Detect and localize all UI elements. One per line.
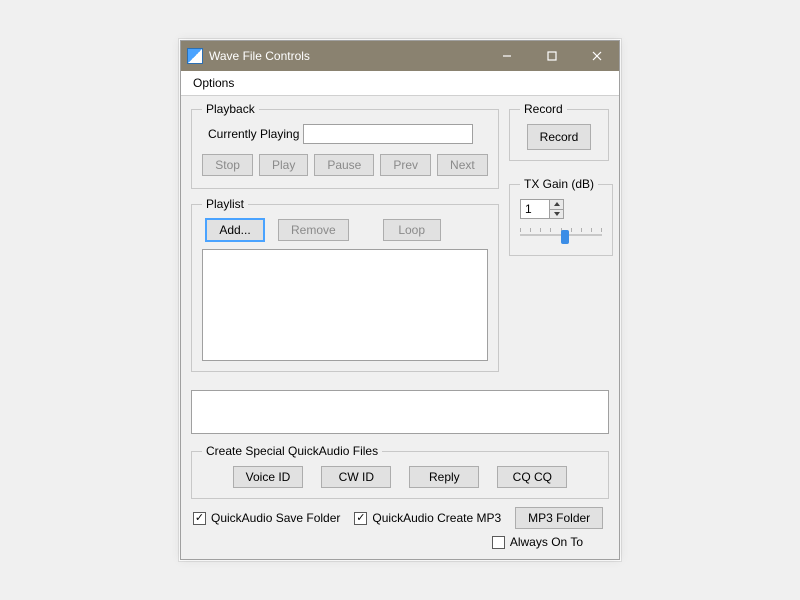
record-button[interactable]: Record <box>527 124 592 150</box>
pause-button[interactable]: Pause <box>314 154 374 176</box>
reply-button[interactable]: Reply <box>409 466 479 488</box>
save-folder-checkbox[interactable]: QuickAudio Save Folder <box>193 511 340 525</box>
tx-gain-group: TX Gain (dB) <box>509 177 613 256</box>
remove-button[interactable]: Remove <box>278 219 349 241</box>
currently-playing-field[interactable] <box>303 124 473 144</box>
tx-gain-legend: TX Gain (dB) <box>520 177 598 191</box>
playback-legend: Playback <box>202 102 259 116</box>
cw-id-button[interactable]: CW ID <box>321 466 391 488</box>
close-button[interactable] <box>574 41 619 71</box>
always-on-top-checkbox[interactable]: Always On To <box>492 535 583 549</box>
minimize-button[interactable] <box>484 41 529 71</box>
cq-cq-button[interactable]: CQ CQ <box>497 466 567 488</box>
special-legend: Create Special QuickAudio Files <box>202 444 382 458</box>
currently-playing-label: Currently Playing <box>208 127 299 141</box>
tx-gain-slider-thumb[interactable] <box>561 230 569 244</box>
window-title: Wave File Controls <box>209 49 484 63</box>
playlist-listbox[interactable] <box>202 249 488 361</box>
record-legend: Record <box>520 102 567 116</box>
wave-file-controls-window: Wave File Controls Options Playback Curr… <box>180 40 620 560</box>
next-button[interactable]: Next <box>437 154 488 176</box>
tx-gain-up[interactable] <box>549 200 563 210</box>
app-icon <box>187 48 203 64</box>
create-mp3-checkbox[interactable]: QuickAudio Create MP3 <box>354 511 501 525</box>
playback-group: Playback Currently Playing Stop Play Pau… <box>191 102 499 189</box>
status-textbox[interactable] <box>191 390 609 434</box>
titlebar[interactable]: Wave File Controls <box>181 41 619 71</box>
maximize-button[interactable] <box>529 41 574 71</box>
add-button[interactable]: Add... <box>206 219 264 241</box>
special-group: Create Special QuickAudio Files Voice ID… <box>191 444 609 499</box>
menu-options[interactable]: Options <box>187 74 240 92</box>
stop-button[interactable]: Stop <box>202 154 253 176</box>
play-button[interactable]: Play <box>259 154 308 176</box>
save-folder-label: QuickAudio Save Folder <box>211 511 340 525</box>
playlist-group: Playlist Add... Remove Loop <box>191 197 499 372</box>
prev-button[interactable]: Prev <box>380 154 431 176</box>
loop-button[interactable]: Loop <box>383 219 441 241</box>
always-on-top-label: Always On To <box>510 535 583 549</box>
tx-gain-down[interactable] <box>549 210 563 219</box>
record-group: Record Record <box>509 102 609 161</box>
mp3-folder-button[interactable]: MP3 Folder <box>515 507 603 529</box>
playlist-legend: Playlist <box>202 197 248 211</box>
tx-gain-slider[interactable] <box>520 225 602 245</box>
tx-gain-spinner[interactable] <box>520 199 564 219</box>
voice-id-button[interactable]: Voice ID <box>233 466 304 488</box>
menubar: Options <box>181 71 619 96</box>
tx-gain-input[interactable] <box>521 200 549 218</box>
create-mp3-label: QuickAudio Create MP3 <box>372 511 501 525</box>
